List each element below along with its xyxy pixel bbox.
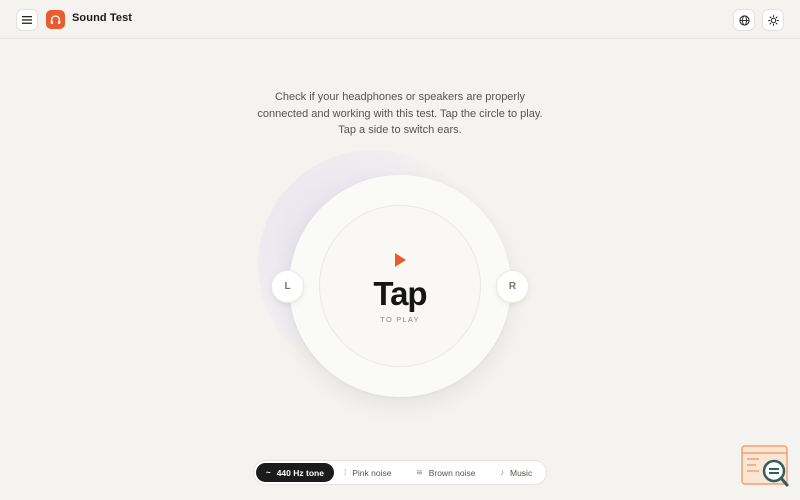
waves-icon: ≋ <box>416 468 423 477</box>
sound-type-selector: ~ 440 Hz tone ⁞ Pink noise ≋ Brown noise… <box>253 460 547 485</box>
option-label: Pink noise <box>352 467 392 478</box>
wave-icon: ~ <box>266 468 271 477</box>
noise-bars-icon: ⁞ <box>344 468 347 477</box>
tap-label: Tap <box>373 275 427 312</box>
app-title: Sound Test <box>72 12 133 24</box>
right-channel-button[interactable]: R <box>496 270 529 303</box>
top-bar: Sound Test <box>0 0 800 39</box>
play-icon <box>395 253 407 267</box>
tap-sublabel: TO PLAY <box>380 315 420 324</box>
instructions-text: Check if your headphones or speakers are… <box>257 91 543 136</box>
hamburger-menu-icon[interactable] <box>16 9 38 31</box>
option-label: Music <box>510 467 533 478</box>
option-label: 440 Hz tone <box>276 467 324 478</box>
option-music[interactable]: ♪ Music <box>500 463 532 482</box>
search-widget-icon[interactable] <box>741 444 791 489</box>
music-note-icon: ♪ <box>500 468 504 477</box>
option-440hz-tone[interactable]: ~ 440 Hz tone <box>256 463 334 482</box>
headphones-icon <box>46 10 65 29</box>
left-channel-button[interactable]: L <box>271 270 304 303</box>
option-brown-noise[interactable]: ≋ Brown noise <box>416 463 475 482</box>
option-pink-noise[interactable]: ⁞ Pink noise <box>344 463 391 482</box>
sun-icon[interactable] <box>762 9 784 31</box>
option-label: Brown noise <box>428 467 476 478</box>
globe-icon[interactable] <box>733 9 755 31</box>
